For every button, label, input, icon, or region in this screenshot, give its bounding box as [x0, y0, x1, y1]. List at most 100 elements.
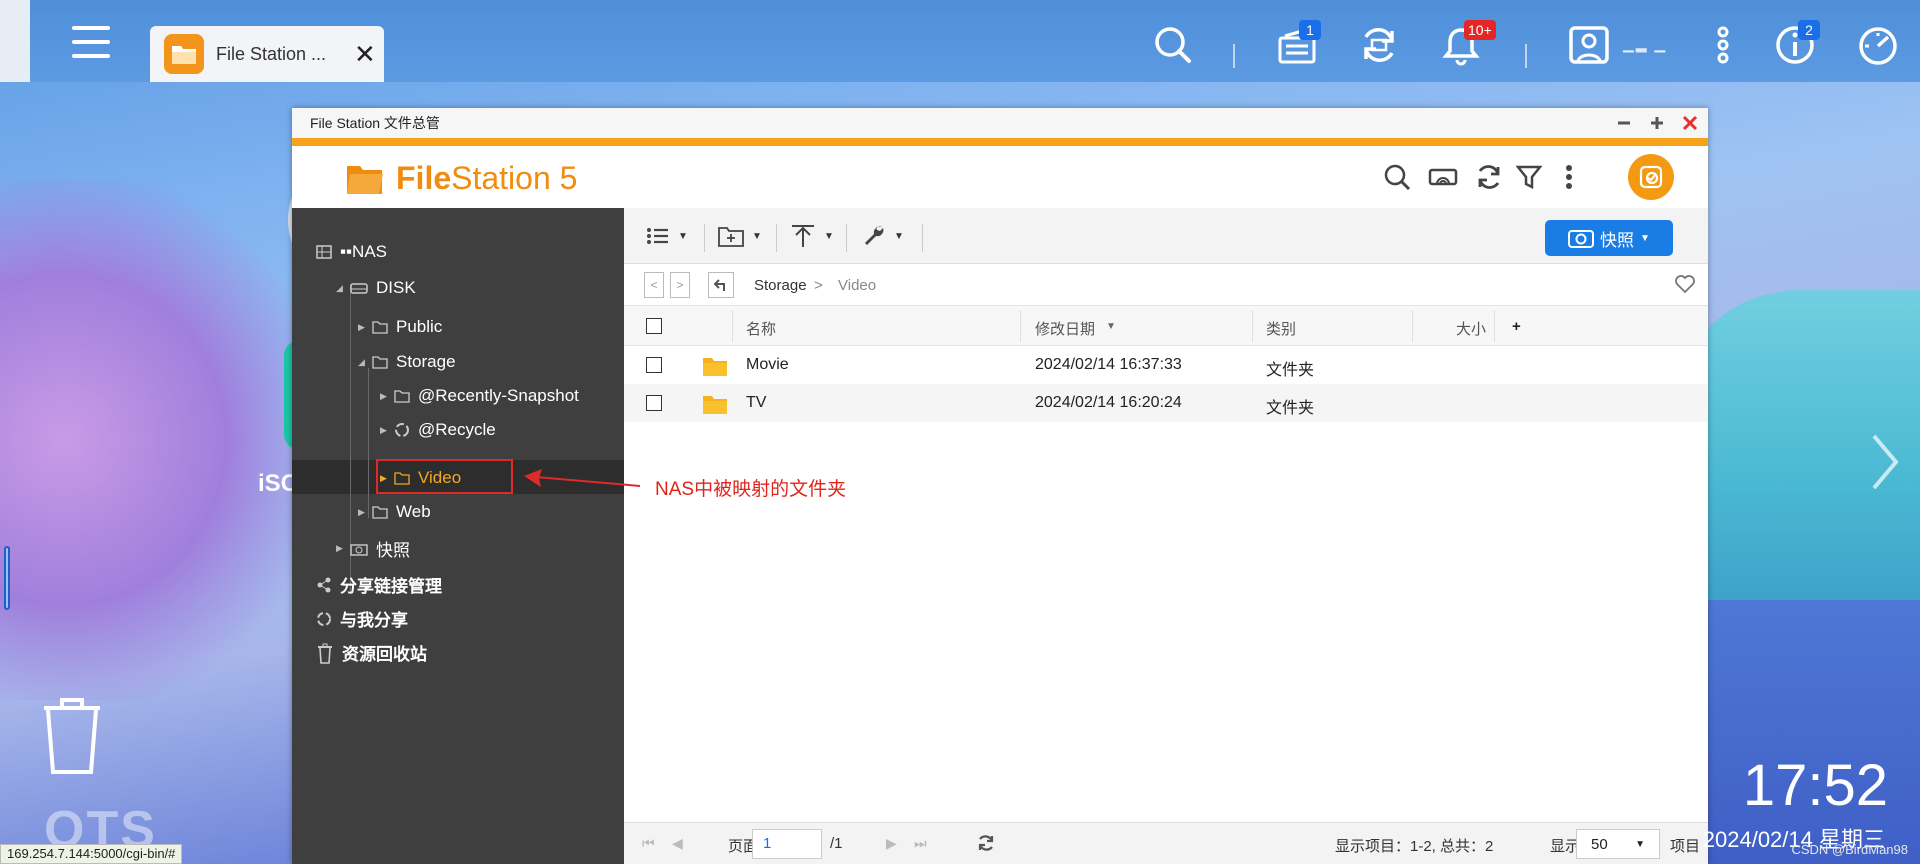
breadcrumb-storage[interactable]: Storage: [754, 277, 807, 294]
folder-icon: [394, 389, 410, 403]
collapsed-arrow-icon[interactable]: ▶: [380, 425, 388, 436]
tree-item-storage[interactable]: ◢ Storage: [358, 352, 456, 372]
more-options-icon[interactable]: [1702, 24, 1744, 66]
file-name: TV: [746, 394, 767, 411]
close-icon[interactable]: ✕: [354, 41, 376, 67]
refresh-icon[interactable]: [1472, 160, 1506, 194]
back-arrow-icon[interactable]: <: [644, 272, 664, 298]
previous-page-icon[interactable]: ◀: [672, 835, 683, 852]
camera-icon: [1568, 230, 1595, 248]
column-modified[interactable]: 修改日期: [1035, 318, 1095, 339]
expanded-arrow-icon[interactable]: ◢: [336, 283, 344, 294]
folder-icon: [702, 355, 728, 382]
minimize-icon[interactable]: [1609, 108, 1639, 138]
tree-item-disk[interactable]: ◢ DISK: [336, 278, 416, 298]
search-icon[interactable]: [1380, 160, 1414, 194]
folder-icon: [372, 505, 388, 519]
view-mode-button[interactable]: ▼: [646, 222, 688, 250]
snapshot-manager-icon[interactable]: [1628, 154, 1674, 200]
annotation-arrow: [524, 469, 641, 487]
upload-button[interactable]: ▼: [790, 222, 834, 250]
upload-icon: [792, 225, 814, 247]
trash-icon[interactable]: [38, 694, 106, 781]
tree-item-recently-snapshot[interactable]: ▶ @Recently-Snapshot: [380, 386, 579, 406]
chevron-right-icon[interactable]: [1870, 432, 1900, 497]
column-name[interactable]: 名称: [746, 318, 776, 339]
nas-device-icon: [316, 244, 332, 260]
dashboard-gauge-icon[interactable]: [1857, 24, 1899, 66]
window-titlebar[interactable]: File Station 文件总管: [292, 108, 1708, 138]
favorite-heart-icon[interactable]: [1674, 274, 1696, 299]
select-all-checkbox[interactable]: [646, 318, 662, 334]
add-column-button[interactable]: +: [1512, 318, 1521, 335]
background-tasks-icon[interactable]: 1: [1277, 20, 1321, 66]
logo-text-rest: Station 5: [451, 160, 578, 196]
maximize-icon[interactable]: [1642, 108, 1672, 138]
breadcrumb-video[interactable]: Video: [838, 277, 876, 294]
last-page-icon[interactable]: ⏭: [914, 835, 927, 852]
collapsed-arrow-icon[interactable]: ▶: [358, 322, 366, 333]
tree-item-web[interactable]: ▶ Web: [358, 502, 431, 522]
collapsed-arrow-icon[interactable]: ▶: [358, 507, 366, 518]
folder-icon: [372, 320, 388, 334]
desktop-clock: 17:52: [1742, 753, 1888, 818]
forward-arrow-icon[interactable]: >: [670, 272, 690, 298]
per-page-select[interactable]: 50 ▼: [1576, 829, 1660, 859]
tasks-badge: 1: [1299, 20, 1321, 40]
search-icon[interactable]: [1152, 24, 1194, 66]
tree-item-public[interactable]: ▶ Public: [358, 317, 442, 337]
notification-bell-icon[interactable]: 10+: [1440, 20, 1496, 66]
folder-icon: [372, 355, 388, 369]
row-checkbox[interactable]: [646, 357, 662, 373]
snapshot-button[interactable]: 快照 ▼: [1545, 220, 1673, 256]
recycle-bin[interactable]: 资源回收站: [316, 640, 427, 665]
items-label: 项目: [1670, 838, 1701, 855]
window-title: File Station 文件总管: [310, 115, 440, 131]
refresh-icon[interactable]: [976, 833, 996, 858]
list-view-icon: [647, 228, 668, 244]
app-tab-file-station[interactable]: File Station ... ✕: [150, 26, 384, 82]
tools-button[interactable]: ▼: [862, 222, 904, 250]
more-options-icon[interactable]: [1552, 160, 1586, 194]
side-handle[interactable]: [4, 546, 10, 610]
tree-item-recycle[interactable]: ▶ @Recycle: [380, 420, 496, 440]
close-icon[interactable]: [1675, 108, 1705, 138]
sort-desc-icon[interactable]: ▼: [1106, 321, 1116, 332]
chevron-down-icon: ▼: [1635, 838, 1645, 850]
table-row[interactable]: Movie 2024/02/14 16:37:33 文件夹: [624, 346, 1708, 384]
collapsed-arrow-icon[interactable]: ▶: [380, 391, 388, 402]
row-checkbox[interactable]: [646, 395, 662, 411]
items-info: 显示项目：1-2, 总共：2: [1335, 838, 1494, 855]
next-page-icon[interactable]: ▶: [886, 835, 897, 852]
snapshot-button-label: 快照: [1600, 230, 1635, 250]
shared-with-me[interactable]: 与我分享: [316, 606, 408, 631]
user-name[interactable]: ▁▂ ▁: [1623, 36, 1667, 53]
first-page-icon[interactable]: ⏮: [642, 835, 655, 852]
chevron-down-icon: ▼: [678, 230, 688, 242]
user-icon[interactable]: [1568, 24, 1610, 66]
filter-icon[interactable]: [1512, 160, 1546, 194]
share-link-management[interactable]: 分享链接管理: [316, 572, 442, 597]
pagination-bar: ⏮ ◀ 页面 1 /1 ▶ ⏭ 显示项目：1-2, 总共：2 显示 50 ▼ 项…: [624, 822, 1708, 864]
parent-folder-icon[interactable]: [708, 272, 734, 298]
annotation-highlight-box: [376, 459, 513, 494]
table-row[interactable]: TV 2024/02/14 16:20:24 文件夹: [624, 384, 1708, 422]
tree-item-nas-root[interactable]: ▪▪NAS: [316, 242, 387, 262]
expanded-arrow-icon[interactable]: ◢: [358, 357, 366, 368]
collapsed-arrow-icon[interactable]: ▶: [336, 543, 344, 554]
file-name: Movie: [746, 356, 789, 373]
remote-mount-icon[interactable]: [1426, 160, 1460, 194]
create-folder-button[interactable]: ▼: [718, 222, 762, 250]
column-size[interactable]: 大小: [1456, 318, 1486, 339]
per-page-value: 50: [1591, 835, 1608, 853]
chevron-down-icon: ▼: [1640, 232, 1650, 244]
recycle-icon: [394, 422, 410, 438]
tree-item-snapshot[interactable]: ▶ 快照: [336, 536, 410, 561]
page-input[interactable]: 1: [752, 829, 822, 859]
path-bar: < > Storage > Video: [624, 264, 1708, 306]
info-icon[interactable]: 2: [1774, 20, 1820, 66]
column-type[interactable]: 类别: [1266, 318, 1296, 339]
app-tab-label: File Station ...: [216, 43, 327, 64]
sync-icon[interactable]: [1358, 24, 1400, 66]
main-menu-icon[interactable]: [72, 26, 110, 62]
